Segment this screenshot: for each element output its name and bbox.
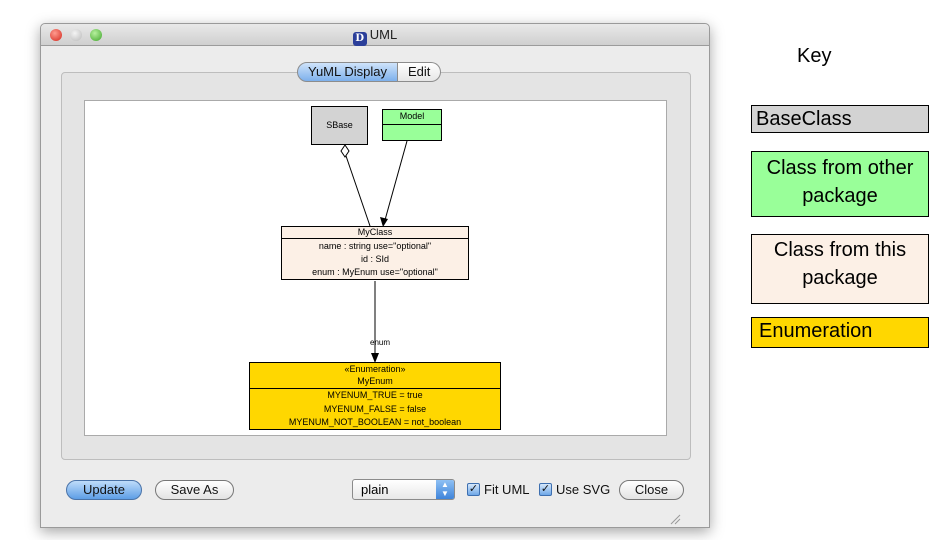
model-body	[383, 124, 441, 141]
fit-uml-checkbox[interactable]: ✓	[467, 483, 480, 496]
update-button[interactable]: Update	[66, 480, 142, 500]
resize-grip-icon[interactable]	[669, 513, 681, 525]
model-label: Model	[399, 111, 425, 121]
myclass-attribute: enum : MyEnum use="optional"	[312, 267, 438, 277]
key-this-package-label: Class from this package	[773, 239, 907, 289]
format-select-value: plain	[361, 482, 389, 497]
model-class-box: Model	[382, 109, 442, 141]
key-enumeration-label: Enumeration	[759, 320, 873, 342]
app-icon: D	[352, 32, 367, 46]
myclass-attribute: name : string use="optional"	[318, 241, 432, 251]
close-button[interactable]: Close	[619, 480, 684, 500]
inheritance-line	[344, 152, 371, 227]
title-bar[interactable]: D UML	[41, 24, 709, 46]
key-title: Key	[797, 45, 832, 67]
use-svg-checkbox[interactable]: ✓	[539, 483, 552, 496]
model-line	[384, 140, 408, 221]
sbase-label: SBase	[326, 120, 353, 130]
uml-window: D UML YuML Display Edit SBase Model MyCla…	[40, 23, 710, 528]
use-svg-label: Use SVG	[556, 482, 611, 497]
myenum-name: MyEnum	[357, 376, 393, 386]
key-this-package: Class from this package	[751, 234, 929, 304]
myclass-attributes: name : string use="optional" id : SId en…	[282, 238, 468, 279]
enum-edge-label: enum	[370, 338, 391, 347]
myenum-value: MYENUM_NOT_BOOLEAN = not_boolean	[288, 417, 462, 427]
sbase-class-box: SBase	[311, 106, 368, 145]
window-title-text: UML	[369, 27, 398, 42]
tab-yuml-display[interactable]: YuML Display	[297, 62, 398, 82]
format-select[interactable]: plain ▲ ▼	[352, 479, 455, 500]
myenum-value: MYENUM_FALSE = false	[323, 403, 427, 414]
myenum-enum-box: «Enumeration» MyEnum MYENUM_TRUE = true …	[249, 362, 501, 430]
uml-canvas: SBase Model MyClass name : string use="o…	[84, 100, 667, 436]
myenum-stereotype: «Enumeration»	[344, 364, 406, 374]
fit-uml-label: Fit UML	[484, 482, 530, 497]
myenum-values: MYENUM_TRUE = true MYENUM_FALSE = false …	[250, 388, 500, 430]
aggregation-diamond	[340, 144, 350, 158]
key-baseclass: BaseClass	[751, 105, 929, 133]
key-enumeration: Enumeration	[751, 317, 929, 348]
myclass-class-box: MyClass name : string use="optional" id …	[281, 226, 469, 280]
select-arrows-icon: ▲ ▼	[436, 480, 454, 499]
myclass-name: MyClass	[357, 227, 393, 237]
tab-bar: YuML Display Edit	[297, 62, 442, 82]
myclass-attribute: id : SId	[360, 254, 389, 264]
key-other-package: Class from other package	[751, 151, 929, 217]
key-baseclass-label: BaseClass	[756, 108, 852, 130]
window-title: D UML	[41, 27, 709, 46]
tab-edit[interactable]: Edit	[398, 62, 442, 82]
save-as-button[interactable]: Save As	[155, 480, 234, 500]
myenum-value: MYENUM_TRUE = true	[327, 390, 423, 400]
key-other-package-label: Class from other package	[766, 157, 914, 207]
